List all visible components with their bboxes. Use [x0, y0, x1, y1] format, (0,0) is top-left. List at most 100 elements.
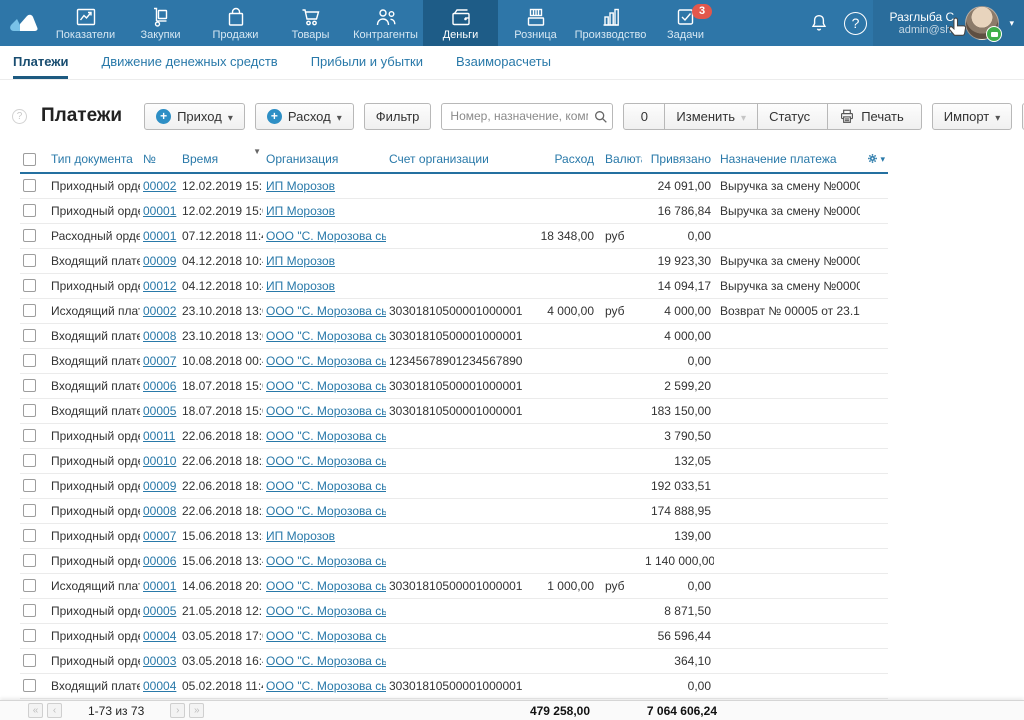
search-input[interactable]	[441, 103, 613, 130]
table-row[interactable]: Приходный ордер 00007 15.06.2018 13:50 И…	[20, 523, 888, 548]
import-button[interactable]: Импорт	[932, 103, 1012, 130]
nav-item-sales[interactable]: Продажи	[198, 0, 273, 46]
title-help-icon[interactable]: ?	[12, 109, 27, 124]
table-row[interactable]: Приходный ордер 00006 15.06.2018 13:45 О…	[20, 548, 888, 573]
nav-item-retail[interactable]: Розница	[498, 0, 573, 46]
row-checkbox[interactable]	[23, 654, 36, 667]
row-checkbox[interactable]	[23, 229, 36, 242]
column-header-type[interactable]: Тип документа	[48, 146, 140, 173]
organization-link[interactable]: ИП Морозов	[266, 529, 335, 543]
row-checkbox[interactable]	[23, 379, 36, 392]
document-number-link[interactable]: 00010	[143, 454, 176, 468]
organization-link[interactable]: ООО "С. Морозова сын и ...	[266, 304, 386, 318]
avatar[interactable]	[965, 6, 999, 40]
document-number-link[interactable]: 00007	[143, 529, 176, 543]
row-checkbox[interactable]	[23, 554, 36, 567]
organization-link[interactable]: ООО "С. Морозова сын и ...	[266, 629, 386, 643]
select-all-checkbox[interactable]	[23, 153, 36, 166]
row-checkbox[interactable]	[23, 254, 36, 267]
organization-link[interactable]: ИП Морозов	[266, 204, 335, 218]
document-number-link[interactable]: 00003	[143, 654, 176, 668]
row-checkbox[interactable]	[23, 629, 36, 642]
column-header-account[interactable]: Счет организации	[386, 146, 531, 173]
table-row[interactable]: Приходный ордер 00003 03.05.2018 16:48 О…	[20, 648, 888, 673]
notifications-button[interactable]	[801, 0, 837, 46]
document-number-link[interactable]: 00009	[143, 479, 176, 493]
column-header-time[interactable]: Время ▼	[179, 146, 263, 173]
column-header-expense[interactable]: Расход	[531, 146, 597, 173]
table-row[interactable]: Приходный ордер 00010 22.06.2018 18:23 О…	[20, 448, 888, 473]
table-row[interactable]: Входящий платеж 00007 10.08.2018 00:42 О…	[20, 348, 888, 373]
search-icon[interactable]	[593, 109, 608, 124]
organization-link[interactable]: ИП Морозов	[266, 279, 335, 293]
document-number-link[interactable]: 00008	[143, 504, 176, 518]
organization-link[interactable]: ООО "С. Морозова сын и ...	[266, 379, 386, 393]
organization-link[interactable]: ООО "С. Морозова сын и ...	[266, 354, 386, 368]
first-page-button[interactable]: «	[28, 703, 43, 718]
document-number-link[interactable]: 00005	[143, 404, 176, 418]
row-checkbox[interactable]	[23, 429, 36, 442]
tab-payments[interactable]: Платежи	[13, 46, 68, 79]
document-number-link[interactable]: 00004	[143, 629, 176, 643]
organization-link[interactable]: ООО "С. Морозова сын и ...	[266, 404, 386, 418]
organization-link[interactable]: ООО "С. Морозова сын и ...	[266, 329, 386, 343]
nav-item-money[interactable]: Деньги	[423, 0, 498, 46]
prev-page-button[interactable]: ‹	[47, 703, 62, 718]
document-number-link[interactable]: 00002	[143, 179, 176, 193]
table-row[interactable]: Входящий платеж 00009 04.12.2018 10:40 И…	[20, 248, 888, 273]
organization-link[interactable]: ООО "С. Морозова сын и ...	[266, 604, 386, 618]
document-number-link[interactable]: 00001	[143, 579, 176, 593]
row-checkbox[interactable]	[23, 329, 36, 342]
column-header-purpose[interactable]: Назначение платежа	[714, 146, 860, 173]
organization-link[interactable]: ООО "С. Морозова сын и ...	[266, 429, 386, 443]
table-row[interactable]: Входящий платеж 00008 23.10.2018 13:06 О…	[20, 323, 888, 348]
organization-link[interactable]: ИП Морозов	[266, 254, 335, 268]
edit-button[interactable]: Изменить	[665, 103, 758, 130]
tab-profit-loss[interactable]: Прибыли и убытки	[311, 46, 423, 79]
app-logo[interactable]	[0, 0, 48, 46]
row-checkbox[interactable]	[23, 604, 36, 617]
row-checkbox[interactable]	[23, 679, 36, 692]
document-number-link[interactable]: 00011	[143, 429, 175, 443]
table-row[interactable]: Приходный ордер 00012 04.12.2018 10:40 И…	[20, 273, 888, 298]
column-header-num[interactable]: №	[140, 146, 179, 173]
organization-link[interactable]: ООО "С. Морозова сын и ...	[266, 554, 386, 568]
table-row[interactable]: Приходный ордер 00011 22.06.2018 18:23 О…	[20, 423, 888, 448]
table-row[interactable]: Приходный ордер 00001 12.02.2019 15:05 И…	[20, 198, 888, 223]
document-number-link[interactable]: 00006	[143, 554, 176, 568]
nav-item-purchases[interactable]: Закупки	[123, 0, 198, 46]
column-header-currency[interactable]: Валюта	[597, 146, 642, 173]
table-row[interactable]: Исходящий платеж 00001 14.06.2018 20:12 …	[20, 573, 888, 598]
document-number-link[interactable]: 00002	[143, 304, 176, 318]
document-number-link[interactable]: 00008	[143, 329, 176, 343]
last-page-button[interactable]: »	[189, 703, 204, 718]
row-checkbox[interactable]	[23, 504, 36, 517]
row-checkbox[interactable]	[23, 404, 36, 417]
nav-item-goods[interactable]: Товары	[273, 0, 348, 46]
table-row[interactable]: Приходный ордер 00008 22.06.2018 18:23 О…	[20, 498, 888, 523]
row-checkbox[interactable]	[23, 304, 36, 317]
column-settings-button[interactable]	[867, 151, 885, 165]
table-row[interactable]: Входящий платеж 00004 05.02.2018 11:42 О…	[20, 673, 888, 698]
document-number-link[interactable]: 00004	[143, 679, 176, 693]
row-checkbox[interactable]	[23, 179, 36, 192]
document-number-link[interactable]: 00001	[143, 204, 176, 218]
tab-cash-flow[interactable]: Движение денежных средств	[101, 46, 277, 79]
organization-link[interactable]: ООО "С. Морозова сын и ...	[266, 579, 386, 593]
organization-link[interactable]: ООО "С. Морозова сын и ...	[266, 479, 386, 493]
column-header-linked[interactable]: Привязано	[642, 146, 714, 173]
row-checkbox[interactable]	[23, 529, 36, 542]
print-button[interactable]: Печать	[828, 103, 922, 130]
table-row[interactable]: Расходный ордер 00001 07.12.2018 11:45 О…	[20, 223, 888, 248]
row-checkbox[interactable]	[23, 579, 36, 592]
nav-item-tasks[interactable]: Задачи 3	[648, 0, 723, 46]
table-row[interactable]: Приходный ордер 00009 22.06.2018 18:23 О…	[20, 473, 888, 498]
nav-item-counterparties[interactable]: Контрагенты	[348, 0, 423, 46]
document-number-link[interactable]: 00005	[143, 604, 176, 618]
filter-button[interactable]: Фильтр	[364, 103, 432, 130]
organization-link[interactable]: ООО "С. Морозова сын и ...	[266, 679, 386, 693]
document-number-link[interactable]: 00009	[143, 254, 176, 268]
table-row[interactable]: Приходный ордер 00005 21.05.2018 12:15 О…	[20, 598, 888, 623]
column-header-org[interactable]: Организация	[263, 146, 386, 173]
add-expense-button[interactable]: + Расход	[255, 103, 354, 130]
